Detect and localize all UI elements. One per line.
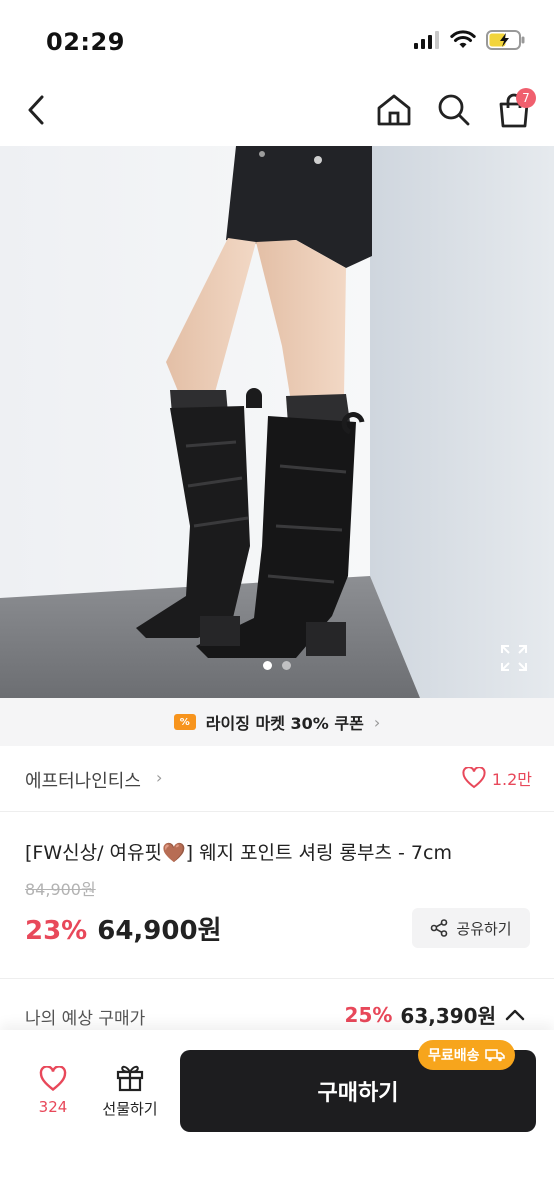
carousel-dot[interactable] [263,661,272,670]
free-shipping-label: 무료배송 [428,1048,480,1064]
coupon-text: 라이징 마켓 30% 쿠폰 [205,714,364,733]
status-icons [414,30,526,50]
free-shipping-badge: 무료배송 [418,1040,515,1070]
chevron-left-icon [28,95,44,125]
signal-icon [414,31,439,49]
heart-icon [462,767,486,789]
expected-discount: 25% [344,1002,393,1027]
search-button[interactable] [432,88,476,132]
bottom-action-bar: 324 선물하기 구매하기 무료배송 [0,1030,554,1200]
gift-icon [116,1065,144,1092]
status-time: 02:29 [46,28,125,56]
status-bar: 02:29 [0,0,554,80]
cart-count-badge: 7 [516,88,536,108]
brand-row: 에프터나인티스 › 1.2만 [0,746,554,812]
chevron-right-icon: › [156,768,163,787]
back-button[interactable] [14,88,58,132]
chevron-right-icon: › [373,712,381,732]
divider [0,978,554,979]
expected-price-values: 25% 63,390원 [345,1000,526,1029]
share-button[interactable]: 공유하기 [412,908,530,948]
truck-icon [484,1049,505,1062]
battery-icon [486,30,525,50]
coupon-icon: % [173,714,196,730]
carousel-pagination [0,661,554,670]
gift-button[interactable]: 선물하기 [96,1062,164,1119]
expand-icon[interactable] [500,644,528,672]
price-row: 23% 64,900원 [25,910,222,947]
product-image-carousel[interactable] [0,146,554,698]
heart-icon [39,1066,67,1092]
brand-like-button[interactable]: 1.2만 [462,766,532,790]
wifi-icon [450,30,476,48]
wishlist-button[interactable]: 324 [28,1066,78,1116]
home-icon [377,94,411,126]
search-icon [438,94,470,126]
product-photo [0,146,554,698]
share-label: 공유하기 [456,919,512,938]
product-title: [FW신상/ 여유핏🤎] 웨지 포인트 셔링 롱부츠 - 7cm [25,842,452,864]
home-button[interactable] [372,88,416,132]
expected-price: 63,390원 [400,1004,496,1028]
original-price: 84,900원 [25,880,96,899]
discount-rate: 23% [25,916,88,946]
sale-price: 64,900원 [97,916,222,946]
cart-button[interactable]: 7 [492,88,536,132]
expected-price-label: 나의 예상 구매가 [25,1009,146,1029]
gift-label: 선물하기 [102,1100,158,1118]
chevron-up-icon[interactable] [504,1008,526,1022]
wishlist-count: 324 [38,1098,68,1116]
brand-name-link[interactable]: 에프터나인티스 [25,767,141,793]
carousel-dot[interactable] [282,661,291,670]
share-icon [431,919,448,937]
coupon-banner[interactable]: % 라이징 마켓 30% 쿠폰 › [0,698,554,746]
top-nav: 7 [0,80,554,144]
like-count: 1.2만 [491,770,532,789]
